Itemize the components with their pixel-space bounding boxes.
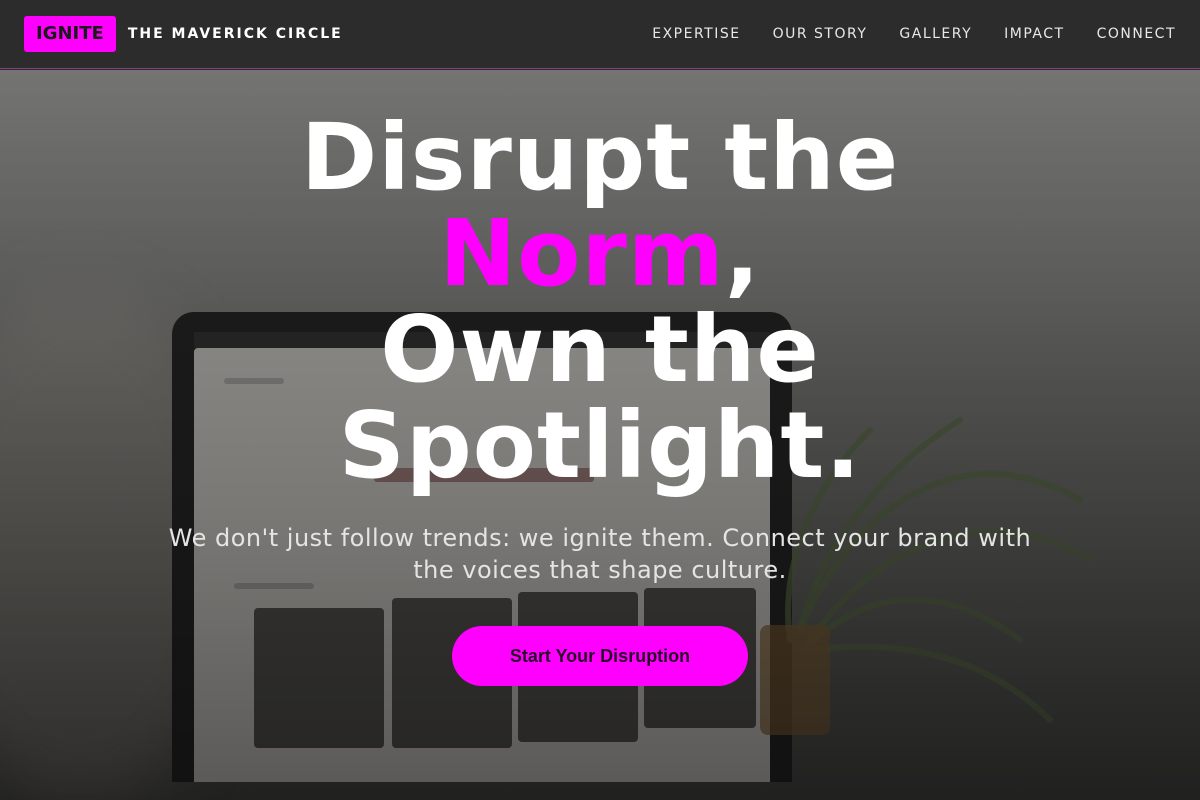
top-navbar: IGNITE THE MAVERICK CIRCLE EXPERTISE OUR… <box>0 0 1200 69</box>
headline-line-1: Disrupt the <box>300 104 900 211</box>
headline-line-4: Spotlight. <box>338 392 862 499</box>
nav-link-connect[interactable]: CONNECT <box>1097 26 1176 42</box>
headline-accent-punctuation: , <box>724 200 761 307</box>
logo[interactable]: IGNITE <box>24 16 116 52</box>
nav-link-impact[interactable]: IMPACT <box>1004 26 1064 42</box>
headline-accent-word: Norm <box>439 200 725 307</box>
brand-name[interactable]: THE MAVERICK CIRCLE <box>128 26 343 42</box>
hero-subtext: We don't just follow trends: we ignite t… <box>168 524 1032 584</box>
nav-links: EXPERTISE OUR STORY GALLERY IMPACT CONNE… <box>620 26 1176 42</box>
nav-link-gallery[interactable]: GALLERY <box>899 26 972 42</box>
headline-line-3: Own the <box>380 296 820 403</box>
hero-content: Disrupt the Norm, Own the Spotlight. We … <box>0 70 1200 800</box>
start-disruption-button[interactable]: Start Your Disruption <box>452 626 748 686</box>
nav-link-expertise[interactable]: EXPERTISE <box>652 26 740 42</box>
hero-headline: Disrupt the Norm, Own the Spotlight. <box>0 110 1200 494</box>
nav-link-our-story[interactable]: OUR STORY <box>773 26 868 42</box>
